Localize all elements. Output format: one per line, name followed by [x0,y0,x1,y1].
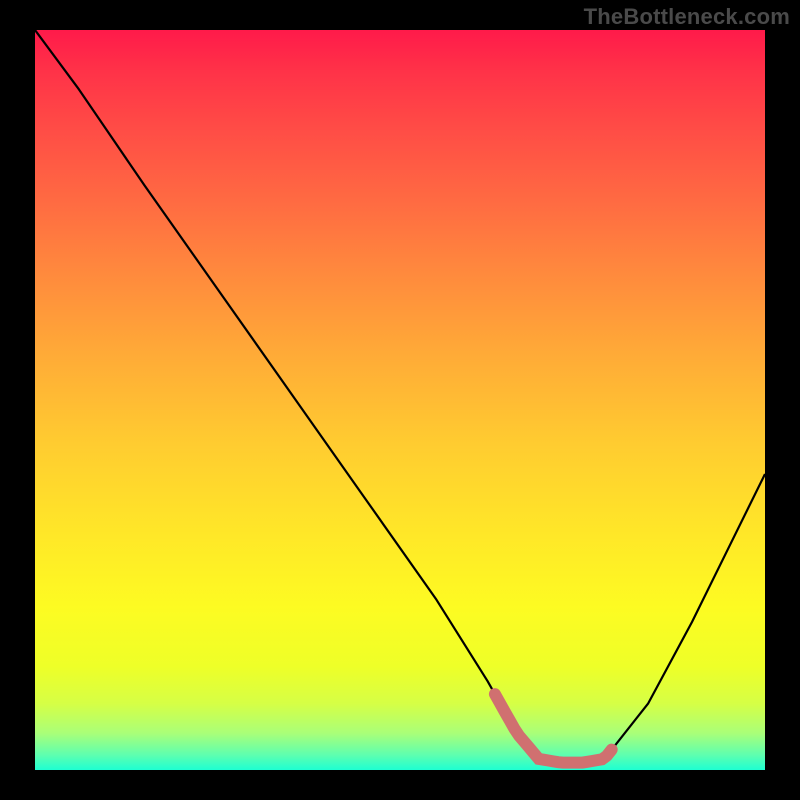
highlight-segment [495,694,612,763]
bottleneck-curve-line [35,30,765,763]
bottleneck-curve-svg [35,30,765,770]
watermark-text: TheBottleneck.com [584,4,790,30]
plot-area [35,30,765,770]
